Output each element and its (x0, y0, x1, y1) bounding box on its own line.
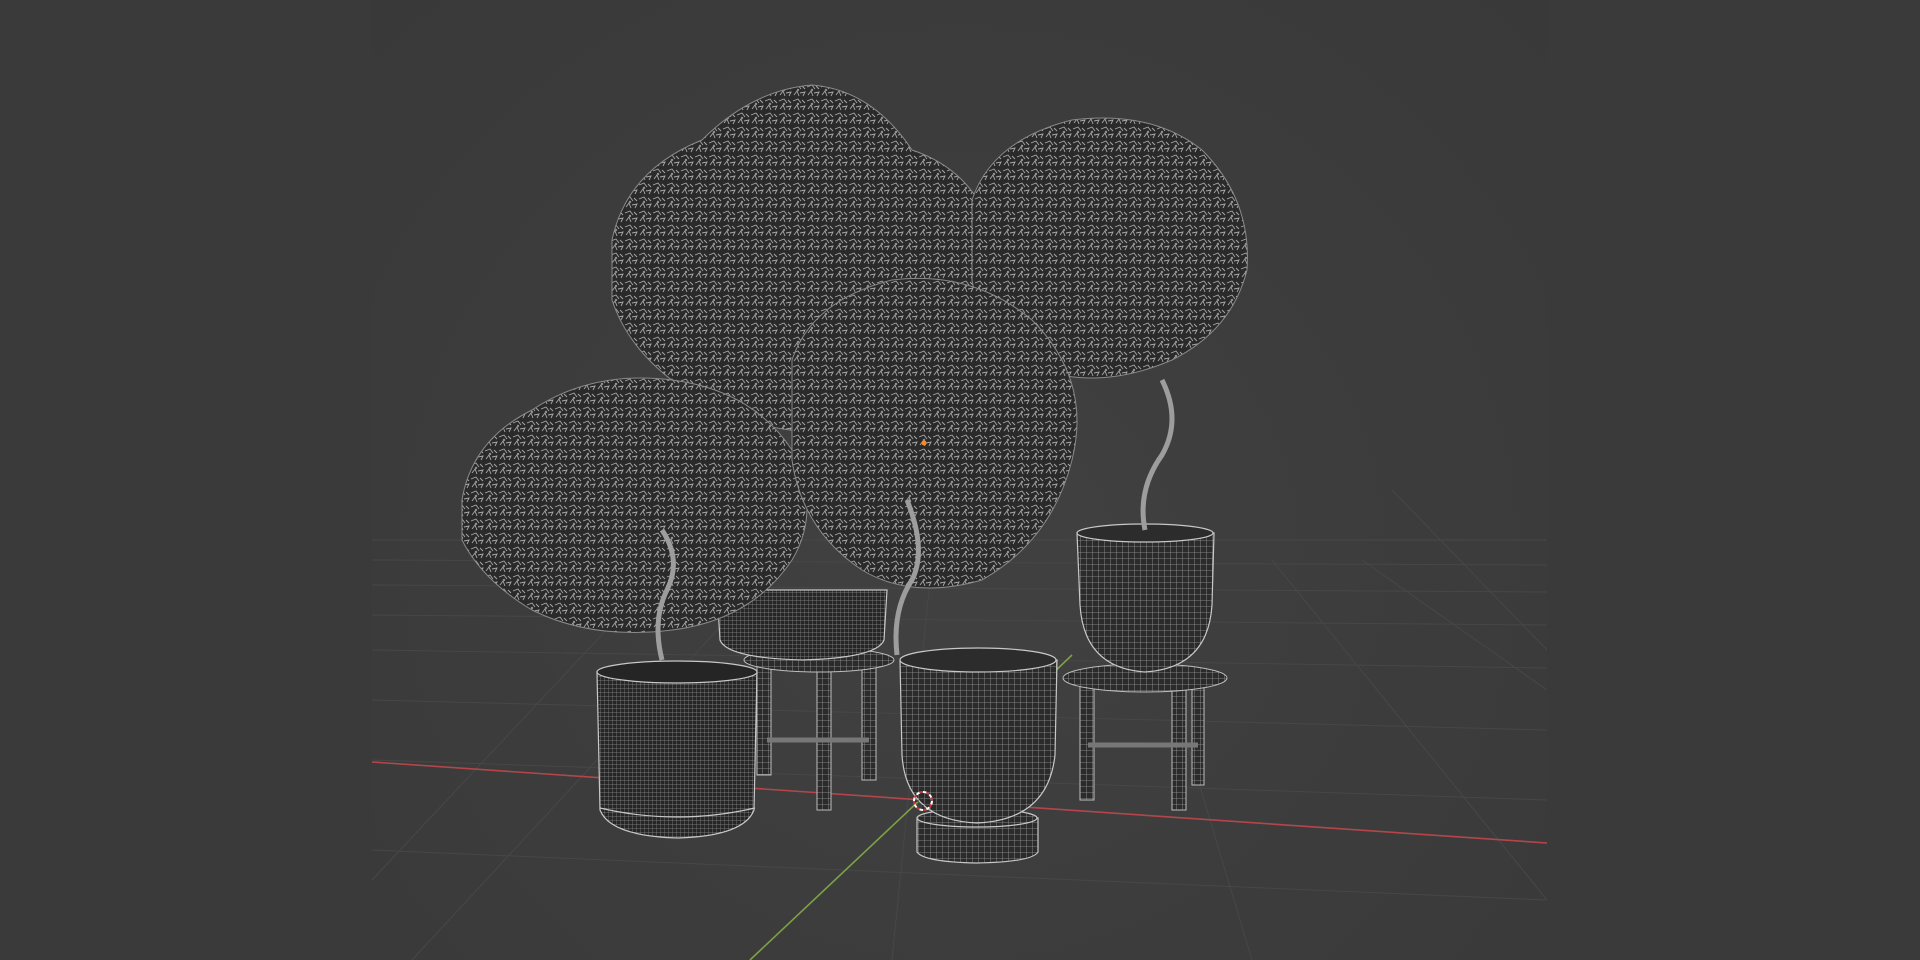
3d-viewport[interactable] (372, 0, 1547, 960)
stool-back (743, 647, 895, 811)
foliage-center-tree (791, 277, 1078, 589)
origin-marker (921, 440, 927, 446)
pot-right (1076, 532, 1215, 673)
foliage-left-tree (461, 377, 808, 633)
viewport-canvas[interactable] (372, 0, 1547, 960)
right-side-panel (1547, 0, 1920, 960)
pot-center (899, 659, 1058, 824)
pot-left (596, 660, 758, 839)
left-side-panel (0, 0, 372, 960)
